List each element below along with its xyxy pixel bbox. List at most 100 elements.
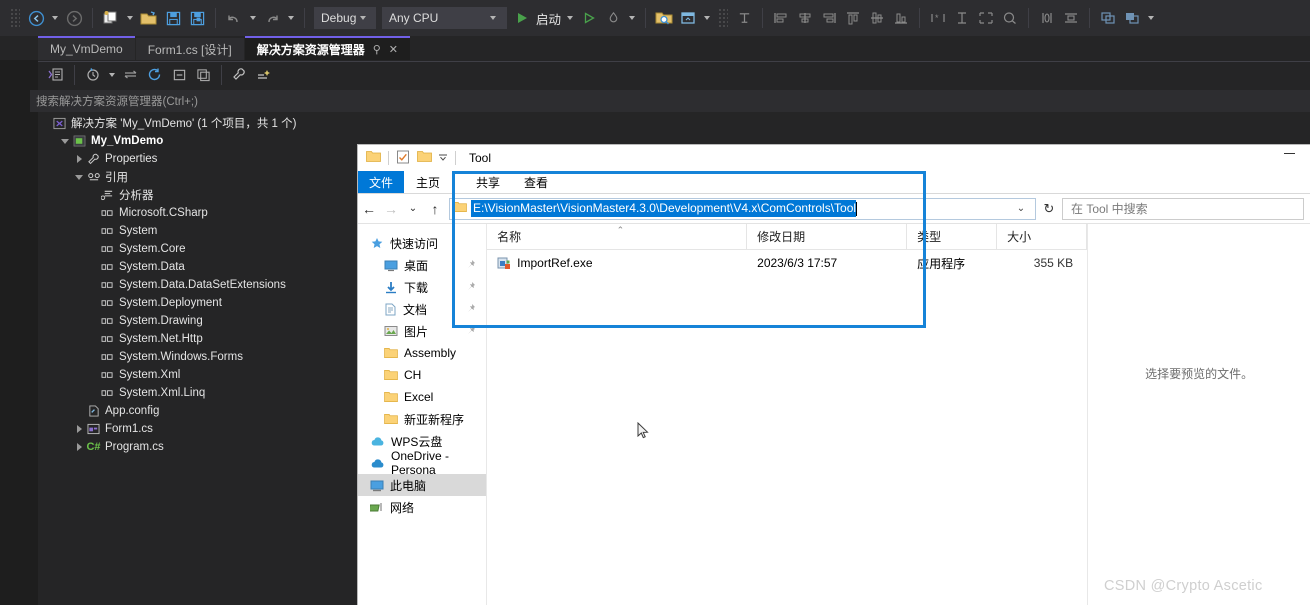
tree-item-program-cs[interactable]: C# Program.cs [38,438,360,456]
undo-button[interactable] [222,6,246,30]
tree-item-system-windows-forms[interactable]: System.Windows.Forms [38,348,360,366]
customize-quick-access-chevron-down-icon[interactable] [438,151,448,165]
minimize-icon[interactable] [1284,153,1295,154]
column-header-name[interactable]: ⌃ 名称 [487,223,748,250]
address-chevron-down-icon[interactable]: ⌄ [1010,203,1032,214]
increase-vertical-spacing-button[interactable] [1059,6,1083,30]
pin-icon[interactable] [466,281,476,293]
file-row[interactable]: ImportRef.exe 2023/6/3 17:57 应用程序 355 KB [487,250,1087,276]
nav-item-[interactable]: 快速访问 [358,232,486,254]
tree-item-system[interactable]: System [38,222,360,240]
explorer-title-bar[interactable]: Tool [358,145,1310,171]
tree-item-system-data[interactable]: System.Data [38,258,360,276]
nav-item-ch[interactable]: CH [358,364,486,386]
nav-item-assembly[interactable]: Assembly [358,342,486,364]
align-middles-button[interactable] [841,6,865,30]
new-project-dropdown[interactable] [127,16,133,20]
tree-item-microsoft-csharp[interactable]: Microsoft.CSharp [38,204,360,222]
pin-icon[interactable] [466,325,476,337]
solution-node[interactable]: 解决方案 'My_VmDemo' (1 个项目，共 1 个) [38,114,360,132]
zoom-button[interactable] [998,6,1022,30]
toolbar-grip[interactable] [10,8,20,28]
align-tops-button[interactable] [732,6,756,30]
make-same-width-button[interactable]: * [926,6,950,30]
preview-selected-items-button[interactable] [252,63,276,87]
tree-item-app-config[interactable]: App.config [38,402,360,420]
open-file-button[interactable] [137,6,161,30]
send-to-back-button[interactable] [1120,6,1144,30]
solution-configuration-dropdown[interactable]: Debug [314,7,376,29]
expander-chevron-right-icon[interactable] [72,155,86,163]
toolbar-overflow-button[interactable] [1148,16,1155,20]
nav-item-[interactable]: 文档 [358,298,486,320]
tree-item-system-core[interactable]: System.Core [38,240,360,258]
back-icon[interactable]: ← [358,201,380,217]
address-input[interactable]: E:\VisionMaster\VisionMaster4.3.0\Develo… [449,197,1036,220]
show-all-files-button[interactable] [191,63,215,87]
tree-item-[interactable]: 分析器 [38,186,360,204]
tree-item-properties[interactable]: Properties [38,150,360,168]
align-bottoms-button[interactable] [865,6,889,30]
tab-my-vmdemo[interactable]: My_VmDemo [38,36,136,60]
align-baseline-button[interactable] [889,6,913,30]
tab-solution-explorer[interactable]: 解决方案资源管理器 ⚲ ✕ [244,36,411,60]
window-layout-button[interactable] [676,6,700,30]
refresh-icon[interactable]: ↻ [1036,201,1062,217]
pin-icon[interactable]: ⚲ [373,43,381,56]
expander-chevron-right-icon[interactable] [72,443,86,451]
nav-item-[interactable]: 网络 [358,496,486,518]
tree-item-system-deployment[interactable]: System.Deployment [38,294,360,312]
pending-changes-filter-button[interactable] [81,63,105,87]
tree-item-my-vmdemo[interactable]: My_VmDemo [38,132,360,150]
make-same-height-button[interactable] [950,6,974,30]
close-icon[interactable]: ✕ [389,43,398,56]
increase-horizontal-spacing-button[interactable] [1035,6,1059,30]
ribbon-tab-file[interactable]: 文件 [358,171,405,193]
up-icon[interactable]: ↑ [424,201,446,217]
align-rights-button[interactable] [817,6,841,30]
tree-item-system-net-http[interactable]: System.Net.Http [38,330,360,348]
pin-icon[interactable] [466,259,476,271]
solution-explorer-search-input[interactable]: 搜索解决方案资源管理器(Ctrl+;) [30,90,1310,112]
start-without-debug-button[interactable] [577,6,601,30]
nav-item-[interactable]: 下载 [358,276,486,298]
tree-item-system-data-datasetextensions[interactable]: System.Data.DataSetExtensions [38,276,360,294]
undo-dropdown[interactable] [250,16,256,20]
solution-platform-dropdown[interactable]: Any CPU [382,7,507,29]
start-debug-button[interactable] [510,6,534,30]
column-header-date-modified[interactable]: 修改日期 [747,223,908,250]
expander-chevron-down-icon[interactable] [72,174,86,180]
collapse-all-button[interactable] [167,63,191,87]
save-all-button[interactable] [185,6,209,30]
code-view-button[interactable] [44,63,68,87]
properties-quick-icon[interactable] [396,150,410,167]
filter-dropdown[interactable] [109,72,115,77]
pin-icon[interactable] [466,303,476,315]
align-centers-button[interactable] [793,6,817,30]
size-to-grid-button[interactable] [974,6,998,30]
toolbar-grip[interactable] [718,8,729,28]
hot-reload-dropdown[interactable] [629,16,636,20]
tree-item-system-xml-linq[interactable]: System.Xml.Linq [38,384,360,402]
refresh-button[interactable] [143,63,167,87]
ribbon-tab-view[interactable]: 查看 [512,171,560,193]
navigate-backward-dropdown[interactable] [52,16,58,20]
nav-item-[interactable]: 新亚新程序 [358,408,486,430]
tree-item-system-xml[interactable]: System.Xml [38,366,360,384]
properties-button[interactable] [228,63,252,87]
redo-dropdown[interactable] [288,16,294,20]
tab-form1-cs-design[interactable]: Form1.cs [设计] [135,38,245,60]
nav-item-[interactable]: 图片 [358,320,486,342]
column-header-size[interactable]: 大小 [997,223,1088,250]
bring-to-front-button[interactable] [1096,6,1120,30]
navigate-forward-button[interactable] [62,6,86,30]
ribbon-tab-home[interactable]: 主页 [404,171,452,193]
solution-explorer-search-button[interactable] [652,6,676,30]
recent-locations-chevron-down-icon[interactable]: ⌄ [402,203,424,214]
navigate-backward-button[interactable] [24,6,48,30]
nav-item-excel[interactable]: Excel [358,386,486,408]
tree-item-[interactable]: 引用 [38,168,360,186]
nav-item-onedrive-persona[interactable]: OneDrive - Persona [358,449,486,477]
align-lefts-button[interactable] [769,6,793,30]
new-folder-quick-icon[interactable] [417,150,432,166]
